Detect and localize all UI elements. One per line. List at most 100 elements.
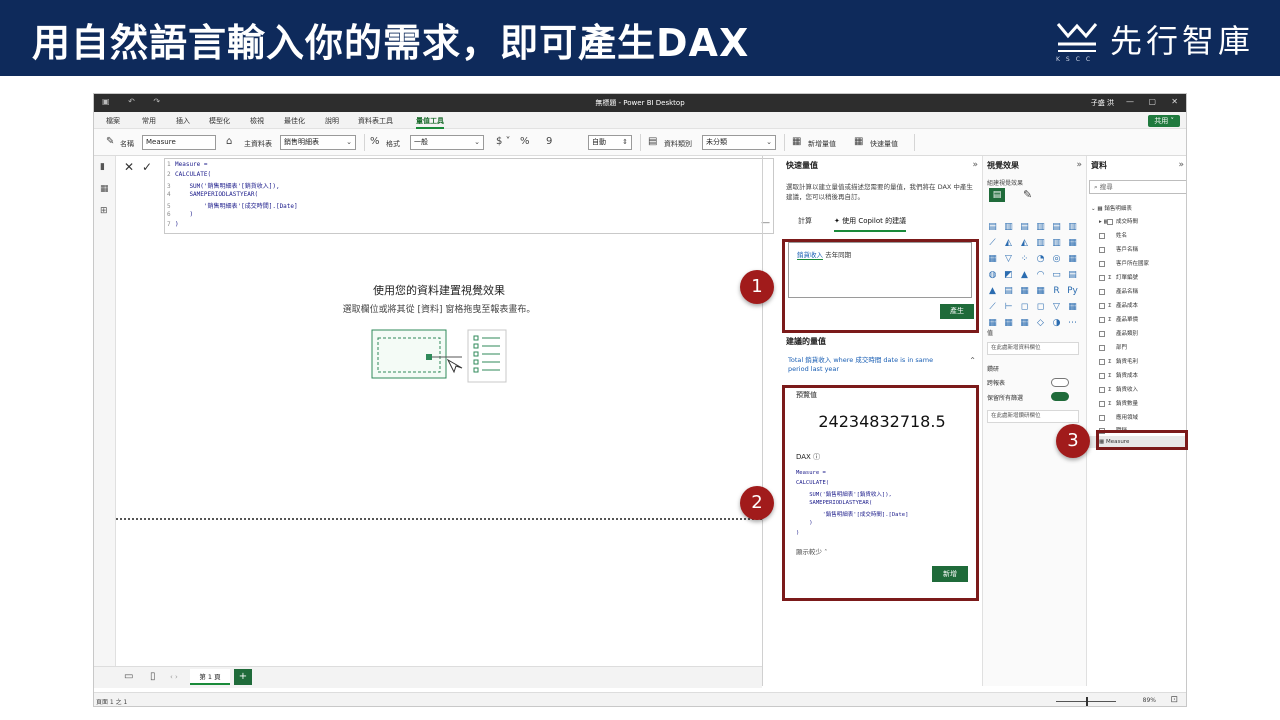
field-item[interactable]: Σ 產品單價 bbox=[1099, 315, 1138, 323]
data-category-select[interactable]: 未分類 ⌄ bbox=[702, 135, 776, 150]
menu-measure-tools[interactable]: 量值工具 bbox=[416, 116, 444, 129]
power-automate-icon[interactable]: ▦ bbox=[1003, 318, 1014, 328]
menu-modeling[interactable]: 模型化 bbox=[209, 116, 230, 126]
field-checkbox[interactable] bbox=[1099, 330, 1105, 337]
field-item[interactable]: 姓名 bbox=[1099, 231, 1127, 239]
goals-icon[interactable]: ▽ bbox=[1051, 302, 1062, 312]
zoom-slider-thumb[interactable] bbox=[1086, 697, 1088, 706]
page-nav-icon[interactable]: ‹ › bbox=[170, 673, 178, 681]
funnel-icon[interactable]: ▽ bbox=[1003, 254, 1014, 264]
field-item[interactable]: Σ 銷貨成本 bbox=[1099, 371, 1138, 379]
field-checkbox[interactable] bbox=[1099, 372, 1105, 379]
table-view-icon[interactable]: ▦ bbox=[100, 184, 111, 194]
stacked-bar-icon[interactable]: ▤ bbox=[987, 222, 998, 232]
line-chart-icon[interactable]: ⟋ bbox=[987, 238, 998, 248]
field-checkbox[interactable] bbox=[1099, 302, 1105, 309]
tab-copilot-suggestions[interactable]: ✦ 使用 Copilot 的建議 bbox=[834, 216, 907, 232]
clustered-bar-icon[interactable]: ▤ bbox=[1019, 222, 1030, 232]
stacked-area-icon[interactable]: ◭ bbox=[1019, 238, 1030, 248]
field-checkbox[interactable] bbox=[1099, 316, 1105, 323]
model-view-icon[interactable]: ⊞ bbox=[100, 206, 111, 216]
shape-map-icon[interactable]: ▦ bbox=[1019, 318, 1030, 328]
build-visual-icon[interactable]: ▤ bbox=[989, 188, 1005, 202]
100-bar-icon[interactable]: ▤ bbox=[1051, 222, 1062, 232]
ribbon-chart-icon[interactable]: ▦ bbox=[1067, 238, 1078, 248]
menu-insert[interactable]: 插入 bbox=[176, 116, 190, 126]
power-apps-icon[interactable]: ▦ bbox=[987, 318, 998, 328]
page-tab-1[interactable]: 第 1 頁 bbox=[190, 669, 230, 685]
field-item[interactable]: 產品名稱 bbox=[1099, 287, 1138, 295]
user-name[interactable]: 子盛 洪 bbox=[1091, 98, 1114, 108]
format-select[interactable]: 一般 ⌄ bbox=[410, 135, 484, 150]
smart-narrative-icon[interactable]: ◻ bbox=[1035, 302, 1046, 312]
matrix-icon[interactable]: ▦ bbox=[1035, 286, 1046, 296]
waterfall-icon[interactable]: ▦ bbox=[987, 254, 998, 264]
slicer-icon[interactable]: ▤ bbox=[1003, 286, 1014, 296]
measure-name-input[interactable]: Measure bbox=[142, 135, 216, 150]
field-checkbox[interactable] bbox=[1099, 414, 1105, 421]
table-node[interactable]: ⌄ ▦ 銷售明細表 bbox=[1091, 204, 1132, 212]
r-visual-icon[interactable]: R bbox=[1051, 286, 1062, 296]
scatter-icon[interactable]: ⁘ bbox=[1019, 254, 1030, 264]
table-icon[interactable]: ▦ bbox=[1019, 286, 1030, 296]
report-view-icon[interactable]: ▮ bbox=[100, 162, 111, 172]
diamond-visual-icon[interactable]: ◇ bbox=[1035, 318, 1046, 328]
maximize-button[interactable]: ▢ bbox=[1148, 97, 1156, 106]
clustered-column-icon[interactable]: ▥ bbox=[1035, 222, 1046, 232]
menu-file[interactable]: 檔案 bbox=[106, 116, 120, 126]
field-item[interactable]: Σ 銷貨數量 bbox=[1099, 399, 1138, 407]
azure-map-icon[interactable]: ▲ bbox=[1019, 270, 1030, 280]
data-search-input[interactable]: ⌕ 搜尋 bbox=[1089, 180, 1186, 194]
report-canvas[interactable]: 使用您的資料建置視覺效果 選取欄位或將其從 [資料] 窗格拖曳至報表畫布。 bbox=[116, 236, 762, 666]
card-icon[interactable]: ▭ bbox=[1051, 270, 1062, 280]
decimal-places-input[interactable]: 自動 ⇕ bbox=[588, 135, 632, 150]
filled-map-icon[interactable]: ◩ bbox=[1003, 270, 1014, 280]
comma-button[interactable]: 9 bbox=[546, 136, 552, 147]
chevron-up-icon[interactable]: ⌃ bbox=[969, 356, 976, 365]
area-chart-icon[interactable]: ◭ bbox=[1003, 238, 1014, 248]
share-button[interactable]: 共用 ˅ bbox=[1148, 115, 1180, 127]
collapse-pane-icon[interactable]: » bbox=[1076, 160, 1082, 170]
field-checkbox[interactable] bbox=[1099, 260, 1105, 267]
field-checkbox[interactable] bbox=[1099, 386, 1105, 393]
field-item[interactable]: Σ 銷貨毛利 bbox=[1099, 357, 1138, 365]
currency-button[interactable]: $ ˅ bbox=[496, 136, 511, 147]
field-item[interactable]: 應用領域 bbox=[1099, 413, 1138, 421]
key-influencers-icon[interactable]: ⟋ bbox=[987, 302, 998, 312]
suggested-measure-description[interactable]: Total 銷貨收入 where 成交時間 date is in same pe… bbox=[788, 356, 948, 374]
more-visuals-icon[interactable]: ⋯ bbox=[1067, 318, 1078, 328]
collapse-pane-icon[interactable]: » bbox=[1178, 160, 1184, 170]
field-checkbox[interactable] bbox=[1099, 344, 1105, 351]
field-item[interactable]: 部門 bbox=[1099, 343, 1127, 351]
menu-help[interactable]: 說明 bbox=[325, 116, 339, 126]
arcgis-icon[interactable]: ◑ bbox=[1051, 318, 1062, 328]
field-checkbox[interactable] bbox=[1099, 274, 1105, 281]
map-icon[interactable]: ◍ bbox=[987, 270, 998, 280]
field-checkbox[interactable] bbox=[1099, 358, 1105, 365]
add-page-button[interactable]: + bbox=[234, 669, 252, 685]
format-visual-icon[interactable]: ✎ bbox=[1023, 188, 1032, 201]
field-item[interactable]: 產品類別 bbox=[1099, 329, 1138, 337]
menu-home[interactable]: 常用 bbox=[142, 116, 156, 126]
python-visual-icon[interactable]: Py bbox=[1067, 286, 1078, 296]
field-item[interactable]: Σ 銷貨收入 bbox=[1099, 385, 1138, 393]
field-item[interactable]: ▸ ▦ 成交時間 bbox=[1099, 217, 1138, 225]
commit-formula-icon[interactable]: ✓ bbox=[142, 160, 152, 174]
keep-filters-toggle[interactable] bbox=[1051, 392, 1069, 401]
decomposition-tree-icon[interactable]: ⊢ bbox=[1003, 302, 1014, 312]
menu-view[interactable]: 檢視 bbox=[250, 116, 264, 126]
line-clustered-icon[interactable]: ▥ bbox=[1051, 238, 1062, 248]
field-item[interactable]: 客戶名稱 bbox=[1099, 245, 1138, 253]
fit-to-page-icon[interactable]: ⊡ bbox=[1170, 695, 1178, 705]
pie-chart-icon[interactable]: ◔ bbox=[1035, 254, 1046, 264]
menu-table-tools[interactable]: 資料表工具 bbox=[358, 116, 393, 126]
new-measure-button[interactable]: 新增量值 bbox=[808, 139, 836, 149]
field-item[interactable]: Σ 訂單編號 bbox=[1099, 273, 1138, 281]
cross-report-toggle[interactable] bbox=[1051, 378, 1069, 387]
minimize-button[interactable]: — bbox=[1126, 97, 1134, 106]
percent-button[interactable]: % bbox=[520, 136, 530, 147]
desktop-layout-icon[interactable]: ▭ bbox=[124, 671, 133, 682]
field-checkbox[interactable] bbox=[1099, 246, 1105, 253]
donut-chart-icon[interactable]: ◎ bbox=[1051, 254, 1062, 264]
field-item[interactable]: Σ 產品成本 bbox=[1099, 301, 1138, 309]
